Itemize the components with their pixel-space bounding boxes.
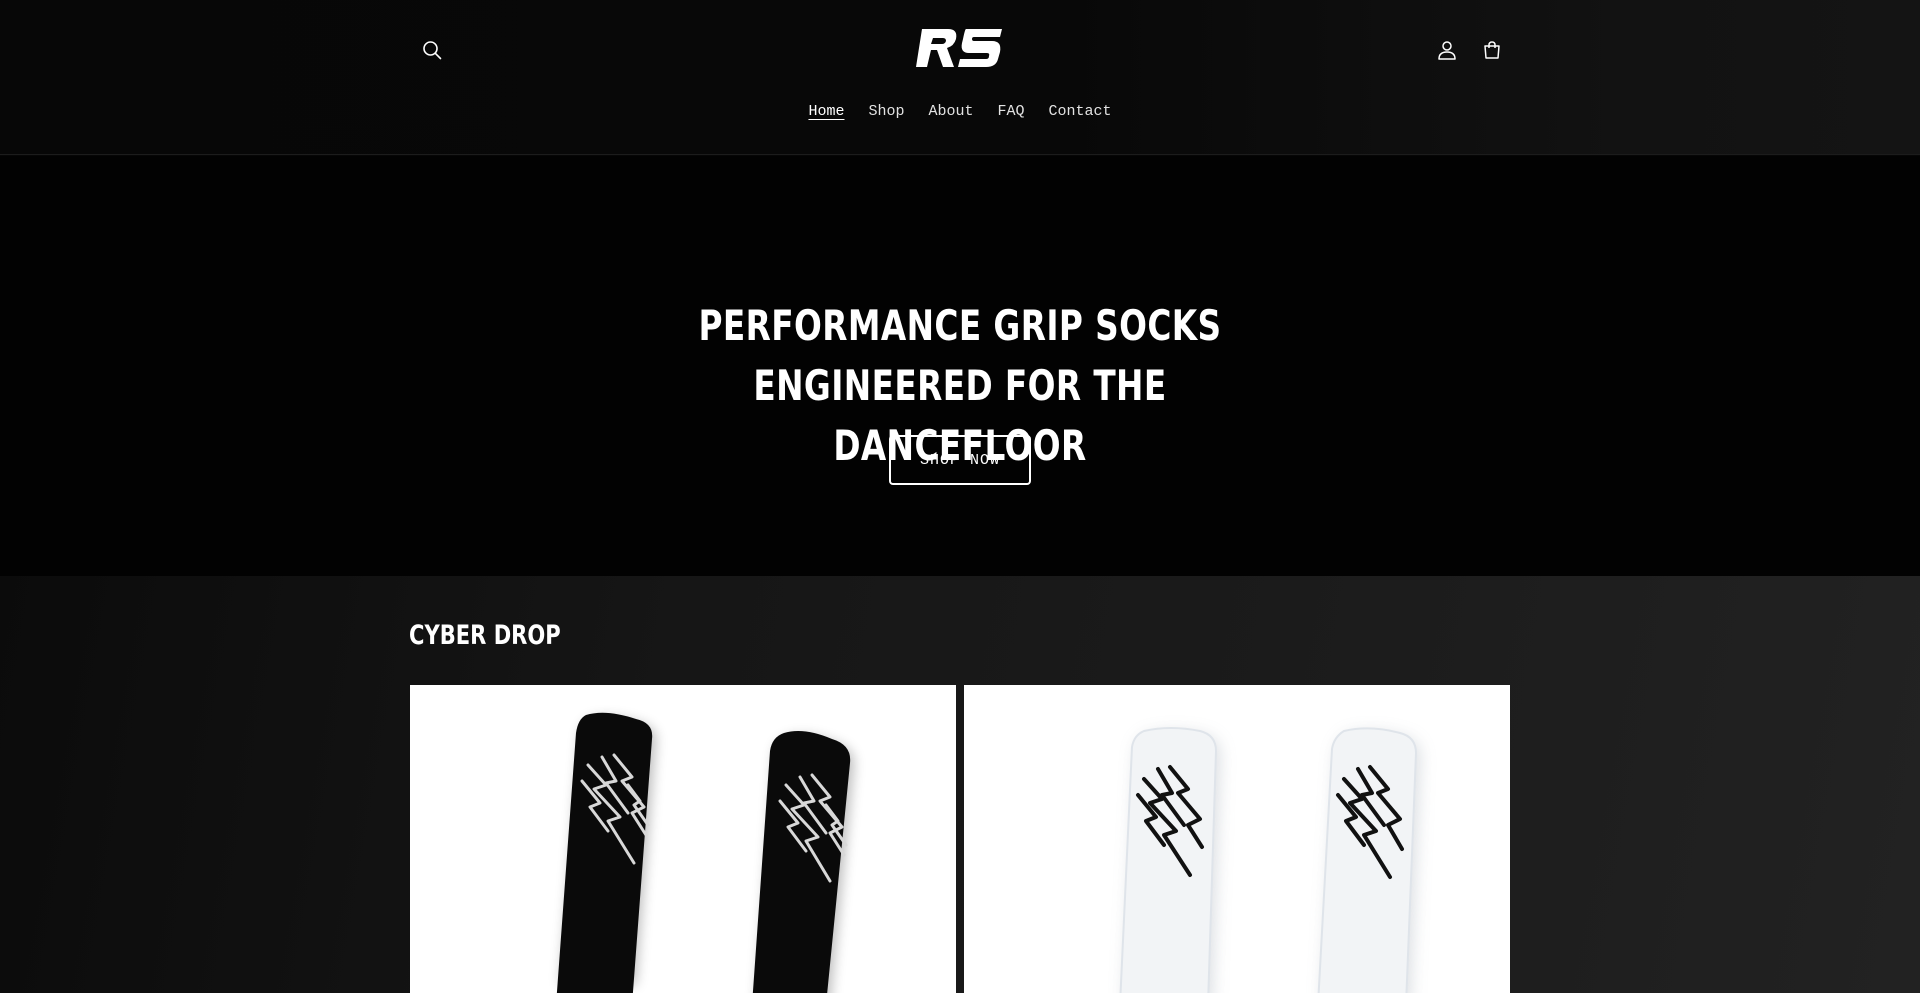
featured-collection: CYBER DROP bbox=[0, 576, 1920, 993]
product-card[interactable] bbox=[964, 685, 1510, 993]
nav-item-contact[interactable]: Contact bbox=[1037, 100, 1124, 124]
nav-item-shop[interactable]: Shop bbox=[856, 100, 916, 124]
hero-title-line-1: PERFORMANCE GRIP SOCKS ENGINEERED FOR TH… bbox=[698, 301, 1222, 410]
product-image-white-socks bbox=[1119, 727, 1420, 993]
nav-item-faq[interactable]: FAQ bbox=[986, 100, 1037, 124]
product-image-black-socks bbox=[556, 712, 855, 993]
cart-icon bbox=[1484, 41, 1500, 59]
site-header: Home Shop About FAQ Contact bbox=[0, 0, 1920, 155]
shop-now-button[interactable]: SHOP NOW bbox=[889, 435, 1031, 485]
search-button[interactable] bbox=[412, 30, 452, 70]
main-nav: Home Shop About FAQ Contact bbox=[0, 100, 1920, 124]
search-icon bbox=[423, 41, 442, 60]
collection-title: CYBER DROP bbox=[409, 620, 561, 651]
brand-logo[interactable] bbox=[913, 26, 1005, 70]
account-icon bbox=[1438, 41, 1456, 60]
rs-logo-mark bbox=[916, 29, 1002, 67]
cart-button[interactable] bbox=[1472, 30, 1512, 70]
product-card[interactable] bbox=[410, 685, 956, 993]
hero-banner: PERFORMANCE GRIP SOCKS ENGINEERED FOR TH… bbox=[0, 156, 1920, 576]
nav-item-about[interactable]: About bbox=[916, 100, 985, 124]
account-button[interactable] bbox=[1427, 30, 1467, 70]
nav-item-home[interactable]: Home bbox=[796, 100, 856, 124]
